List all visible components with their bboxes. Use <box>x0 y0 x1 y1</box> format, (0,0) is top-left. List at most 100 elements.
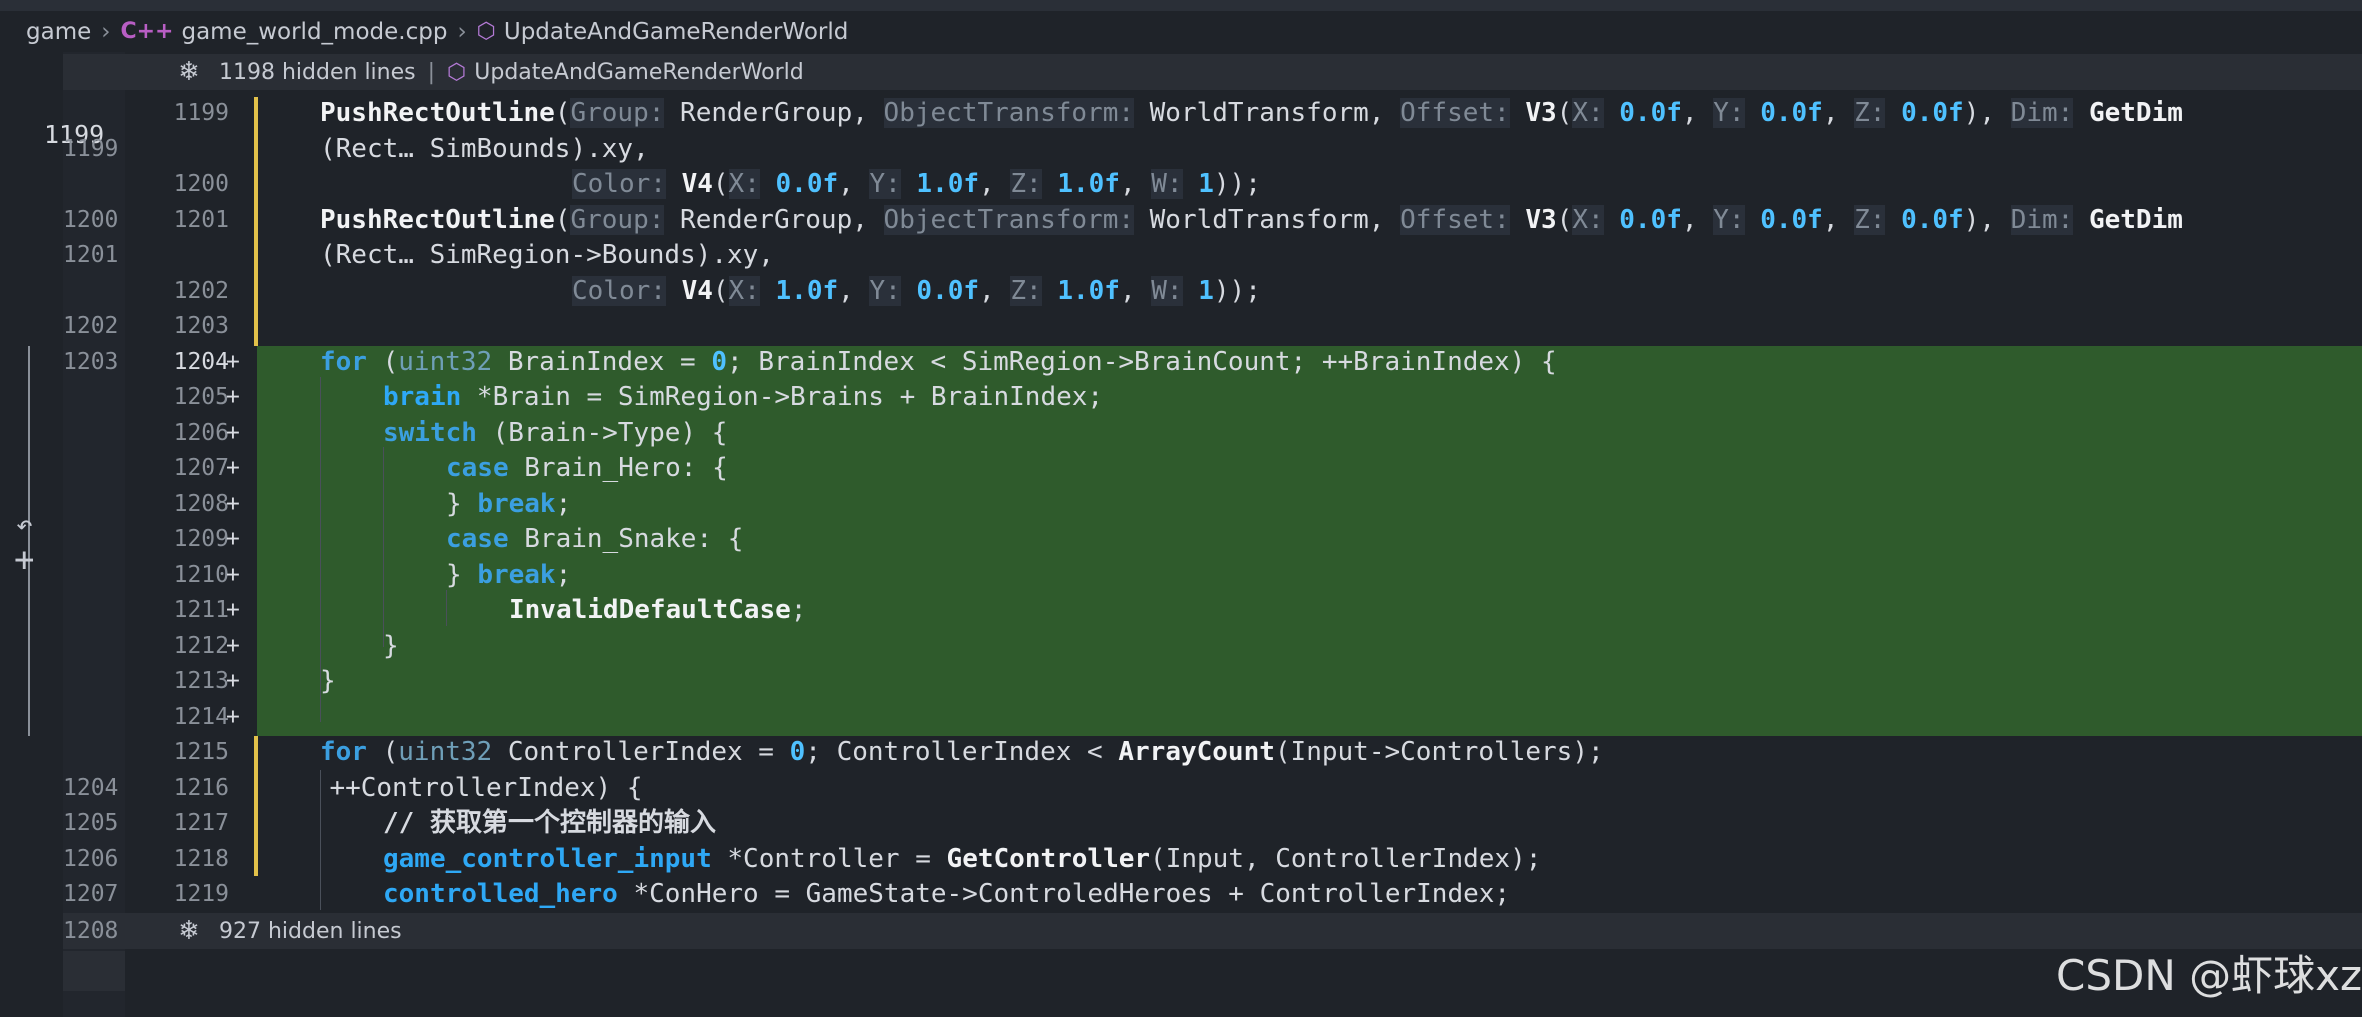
code-line[interactable]: } <box>320 664 336 699</box>
separator: | <box>427 59 436 85</box>
stage-hunk-icon[interactable]: + <box>14 540 34 580</box>
old-line-number: 1207 <box>63 881 119 907</box>
code-line[interactable]: Color: V4(X: 0.0f, Y: 1.0f, Z: 1.0f, W: … <box>572 167 1261 202</box>
hidden-lines-bar-bottom[interactable]: ❄ 927 hidden lines <box>63 913 2362 949</box>
indent-guide <box>446 590 447 626</box>
code-line[interactable]: ++ControllerIndex) { <box>329 771 642 806</box>
code-line[interactable]: case Brain_Snake: { <box>446 522 743 557</box>
code-line[interactable]: } <box>383 629 399 664</box>
new-line-number: 1217 <box>173 810 229 836</box>
old-line-number <box>63 380 125 415</box>
old-line-number <box>63 664 125 699</box>
revert-icon[interactable]: ↶ <box>16 508 33 541</box>
old-line-number: 1206 <box>63 845 119 872</box>
new-line-number <box>125 238 229 273</box>
new-line-number: 1212 <box>173 632 229 659</box>
old-line-number: 1205 <box>63 810 119 836</box>
watermark: CSDN @虾球xz <box>2056 951 2362 1000</box>
new-line-number: 1206 <box>173 419 229 446</box>
new-line-number: 1201 <box>173 206 229 233</box>
gutter-filler <box>63 951 125 991</box>
code-line[interactable]: PushRectOutline(Group: RenderGroup, Obje… <box>320 203 2183 238</box>
code-line[interactable]: PushRectOutline(Group: RenderGroup, Obje… <box>320 96 2183 131</box>
added-line-marker: + <box>226 455 240 481</box>
new-line-number: 1219 <box>173 881 229 907</box>
old-line-number: 1199 <box>63 135 119 162</box>
expand-icon[interactable]: ❄ <box>161 57 217 87</box>
new-line-number: 1213 <box>173 668 229 694</box>
new-line-number: 1205 <box>173 384 229 410</box>
old-line-number <box>63 558 125 593</box>
old-line-number <box>63 451 125 486</box>
code-line[interactable]: (Rect… SimBounds).xy, <box>320 132 649 167</box>
new-line-number: 1208 <box>173 490 229 517</box>
modified-indicator <box>254 736 258 876</box>
hidden-lines-label: 1198 hidden lines <box>219 59 416 85</box>
code-line[interactable]: switch (Brain->Type) { <box>383 416 727 451</box>
code-line[interactable]: } break; <box>446 558 571 593</box>
code-line[interactable]: } break; <box>446 487 571 522</box>
cube-icon: ⬡ <box>447 59 467 85</box>
hidden-lines-label: 927 hidden lines <box>219 918 402 944</box>
old-line-number: 1202 <box>63 313 119 339</box>
old-line-number <box>63 593 125 628</box>
code-line[interactable]: // 获取第一个控制器的输入 <box>383 806 716 841</box>
new-line-number: 1199 <box>173 100 229 126</box>
hidden-lines-symbol: UpdateAndGameRenderWorld <box>474 59 804 85</box>
top-tab-strip <box>0 0 2362 11</box>
added-line-marker: + <box>226 561 240 588</box>
added-line-marker: + <box>226 490 240 517</box>
code-line[interactable]: for (uint32 ControllerIndex = 0; Control… <box>320 735 1604 770</box>
added-line-marker: + <box>226 526 240 552</box>
new-line-number <box>125 132 229 167</box>
breadcrumb: game › C++ game_world_mode.cpp › ⬡ Updat… <box>0 11 2362 52</box>
breadcrumb-file[interactable]: game_world_mode.cpp <box>181 19 447 45</box>
hidden-lines-bar-top[interactable]: ❄ 1198 hidden lines | ⬡ UpdateAndGameRen… <box>63 54 2362 90</box>
code-line[interactable]: controlled_hero *ConHero = GameState->Co… <box>383 877 1510 912</box>
old-line-number: 1201 <box>63 242 119 268</box>
expand-icon[interactable]: ❄ <box>161 916 217 946</box>
old-line-number <box>63 522 125 557</box>
old-line-number <box>63 735 125 770</box>
modified-indicator <box>254 97 258 346</box>
added-line-marker: + <box>226 597 240 623</box>
cube-icon: ⬡ <box>476 19 496 44</box>
added-line-marker: + <box>226 632 240 659</box>
added-line-marker: + <box>226 419 240 446</box>
added-line-marker: + <box>226 348 240 375</box>
old-line-number <box>63 167 125 202</box>
old-line-number: 1204 <box>63 774 119 801</box>
new-line-number: 1218 <box>173 845 229 872</box>
code-line[interactable]: case Brain_Hero: { <box>446 451 728 486</box>
old-line-number <box>63 700 125 735</box>
breadcrumb-symbol[interactable]: UpdateAndGameRenderWorld <box>504 19 848 45</box>
code-line[interactable]: Color: V4(X: 1.0f, Y: 0.0f, Z: 1.0f, W: … <box>572 274 1261 309</box>
old-line-number: 1203 <box>63 348 119 375</box>
chevron-right-icon: › <box>101 18 111 45</box>
added-line-marker: + <box>226 703 240 730</box>
code-line[interactable]: for (uint32 BrainIndex = 0; BrainIndex <… <box>320 345 1557 380</box>
cpp-icon: C++ <box>120 19 174 44</box>
new-line-number: 1200 <box>173 171 229 197</box>
code-line[interactable]: game_controller_input *Controller = GetC… <box>383 842 1541 877</box>
new-line-number: 1211 <box>173 597 229 623</box>
new-line-number: 1214 <box>173 703 229 730</box>
new-line-number: 1202 <box>173 277 229 304</box>
new-line-number: 1203 <box>173 313 229 339</box>
added-line-marker: + <box>226 384 240 410</box>
added-line-marker: + <box>226 668 240 694</box>
code-line[interactable]: brain *Brain = SimRegion->Brains + Brain… <box>383 380 1103 415</box>
old-line-number <box>63 487 125 522</box>
old-line-number: 1208 <box>63 918 119 944</box>
code-line[interactable]: InvalidDefaultCase; <box>509 593 806 628</box>
new-line-number: 1207 <box>173 455 229 481</box>
old-line-number <box>63 629 125 664</box>
new-line-number: 1209 <box>173 526 229 552</box>
chevron-right-icon: › <box>457 18 467 45</box>
code-line[interactable]: (Rect… SimRegion->Bounds).xy, <box>320 238 774 273</box>
indent-guide <box>383 447 384 647</box>
old-line-number <box>63 96 125 131</box>
indent-guide <box>320 770 321 910</box>
breadcrumb-folder[interactable]: game <box>26 19 91 45</box>
new-line-number: 1216 <box>173 774 229 801</box>
